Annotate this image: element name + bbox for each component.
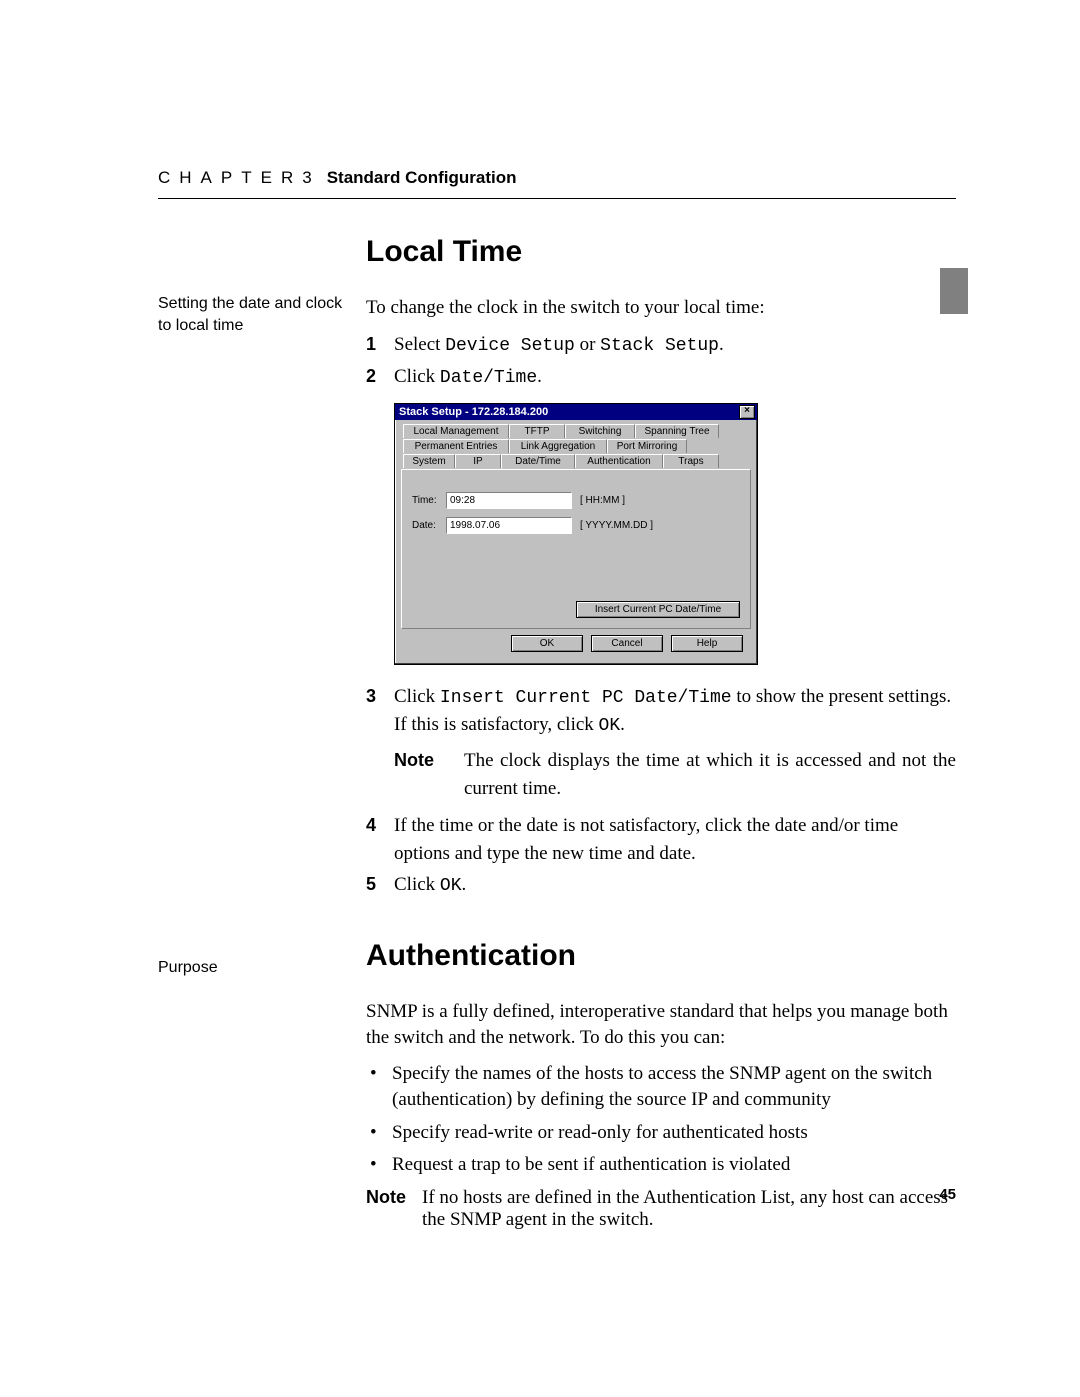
close-icon[interactable]: × <box>739 405 755 419</box>
step-body: Click Insert Current PC Date/Time to sho… <box>394 683 956 808</box>
thumb-tab <box>940 268 968 314</box>
ok-button[interactable]: OK <box>511 635 583 652</box>
help-button[interactable]: Help <box>671 635 743 652</box>
tab-spanning-tree[interactable]: Spanning Tree <box>635 424 719 438</box>
tab-tftp[interactable]: TFTP <box>509 424 565 438</box>
tab-panel: Time: [ HH:MM ] Date: [ YYYY.MM.DD ] Ins… <box>401 469 751 629</box>
tab-ip[interactable]: IP <box>455 454 501 468</box>
steps-list-2: 3 Click Insert Current PC Date/Time to s… <box>366 683 956 899</box>
time-input[interactable] <box>446 492 572 509</box>
steps-list-1: 1 Select Device Setup or Stack Setup. 2 … <box>366 331 956 391</box>
tab-link-aggregation[interactable]: Link Aggregation <box>509 439 607 453</box>
section-heading-local-time: Local Time <box>366 235 956 269</box>
tab-port-mirroring[interactable]: Port Mirroring <box>607 439 687 453</box>
step-body: Click Date/Time. <box>394 363 956 391</box>
tab-strip: Local Management TFTP Switching Spanning… <box>401 424 751 469</box>
running-header: CHAPTER3 Standard Configuration <box>158 168 956 199</box>
step-number: 5 <box>366 871 394 899</box>
dialog-title-text: Stack Setup - 172.28.184.200 <box>399 406 548 418</box>
step-number: 3 <box>366 683 394 808</box>
intro-text: To change the clock in the switch to you… <box>366 295 956 321</box>
step-number: 4 <box>366 812 394 867</box>
tab-local-management[interactable]: Local Management <box>403 424 509 438</box>
date-hint: [ YYYY.MM.DD ] <box>580 520 653 531</box>
auth-bullets: Specify the names of the hosts to access… <box>366 1061 956 1179</box>
step-body: Click OK. <box>394 871 956 899</box>
page-number: 45 <box>939 1186 956 1203</box>
note-label: Note <box>366 1187 422 1231</box>
step-body: If the time or the date is not satisfact… <box>394 812 956 867</box>
step-body: Select Device Setup or Stack Setup. <box>394 331 956 359</box>
bullet-text: Specify the names of the hosts to access… <box>392 1061 956 1114</box>
note-body: The clock displays the time at which it … <box>464 747 956 802</box>
cancel-button[interactable]: Cancel <box>591 635 663 652</box>
sidenote-local-time: Setting the date and clock to local time <box>158 293 346 336</box>
tab-permanent-entries[interactable]: Permanent Entries <box>403 439 509 453</box>
time-hint: [ HH:MM ] <box>580 495 625 506</box>
insert-current-pc-datetime-button[interactable]: Insert Current PC Date/Time <box>576 601 740 618</box>
chapter-label: CHAPTER3 <box>158 168 321 188</box>
dialog-titlebar: Stack Setup - 172.28.184.200 × <box>395 404 757 420</box>
sidenote-purpose: Purpose <box>158 957 346 979</box>
bullet-text: Specify read-write or read-only for auth… <box>392 1120 808 1147</box>
date-label: Date: <box>412 520 446 531</box>
tab-date-time[interactable]: Date/Time <box>501 454 575 469</box>
step-number: 1 <box>366 331 394 359</box>
section-heading-authentication: Authentication <box>366 939 956 973</box>
step-number: 2 <box>366 363 394 391</box>
bullet-text: Request a trap to be sent if authenticat… <box>392 1152 790 1179</box>
auth-intro: SNMP is a fully defined, interoperative … <box>366 999 956 1050</box>
time-label: Time: <box>412 495 446 506</box>
date-input[interactable] <box>446 517 572 534</box>
tab-traps[interactable]: Traps <box>663 454 719 468</box>
chapter-title: Standard Configuration <box>327 168 517 188</box>
tab-authentication[interactable]: Authentication <box>575 454 663 468</box>
tab-switching[interactable]: Switching <box>565 424 635 438</box>
tab-system[interactable]: System <box>403 454 455 468</box>
dialog-window: Stack Setup - 172.28.184.200 × Local Man… <box>394 403 758 665</box>
note-body: If no hosts are defined in the Authentic… <box>422 1187 956 1231</box>
note-label: Note <box>394 747 464 802</box>
